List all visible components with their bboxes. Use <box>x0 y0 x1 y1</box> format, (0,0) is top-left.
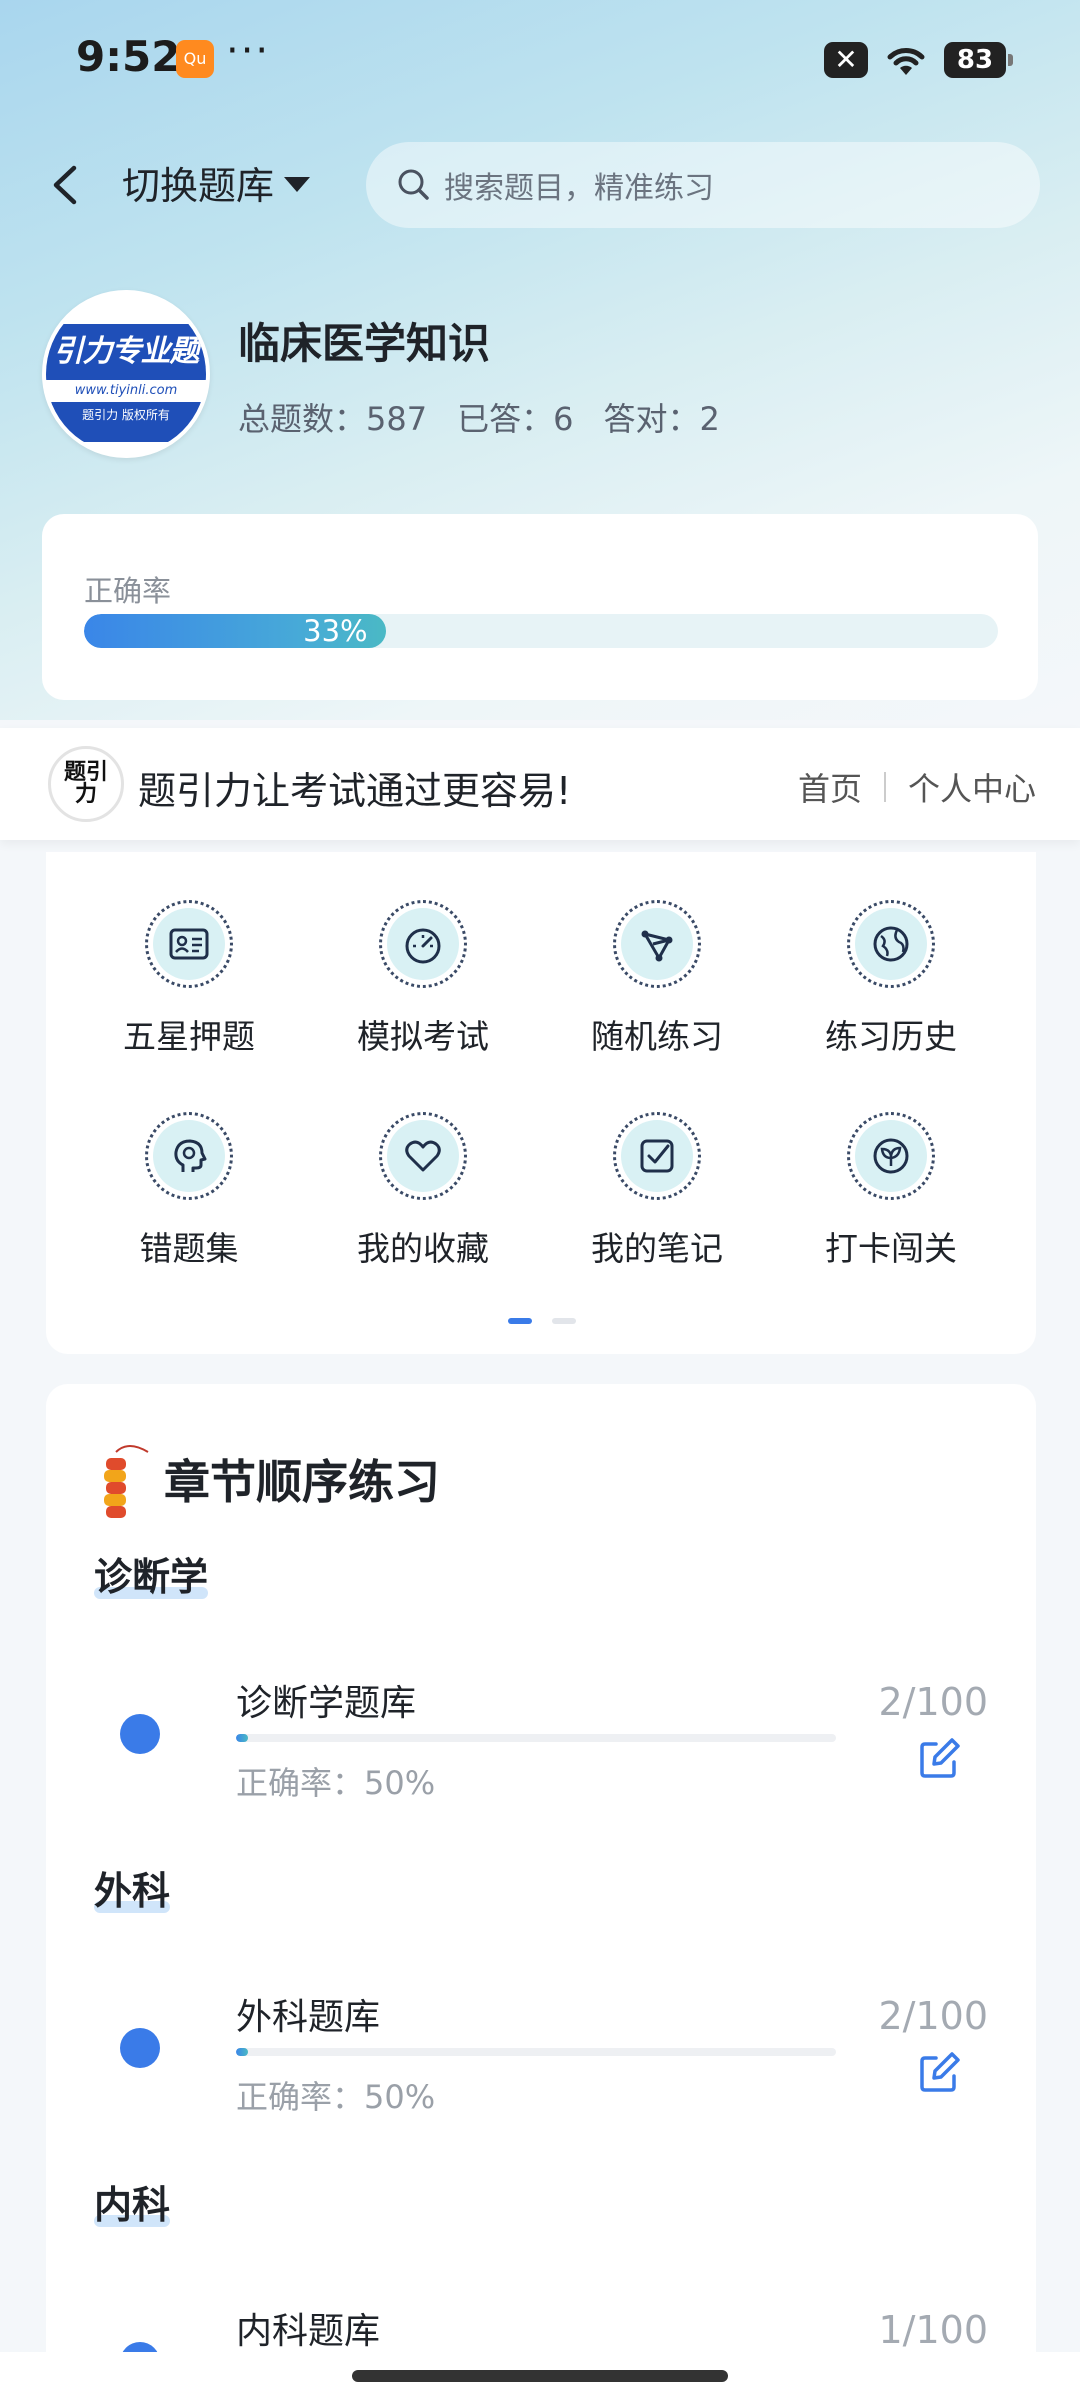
item-status-dot <box>120 2028 160 2068</box>
edit-button[interactable] <box>916 2050 962 2096</box>
back-button[interactable] <box>40 150 90 220</box>
item-name: 内科题库 <box>236 2311 381 2352</box>
feature-label: 错题集 <box>139 1229 239 1268</box>
search-placeholder: 搜索题目，精准练习 <box>444 171 714 206</box>
feature-mock-exam[interactable]: 模拟考试 <box>323 900 523 1058</box>
section-title: 外科 <box>94 1860 171 1915</box>
feature-five-star[interactable]: 五星押题 <box>89 900 289 1058</box>
status-indicators: ✕ 83 <box>824 38 1013 82</box>
gauge-icon <box>405 928 441 964</box>
bank-stats: 总题数：587 已答：6 答对：2 <box>238 394 720 440</box>
head-icon <box>174 1139 207 1172</box>
sprout-icon <box>873 1138 909 1174</box>
feature-favorites[interactable]: 我的收藏 <box>323 1112 523 1270</box>
item-name: 诊断学题库 <box>236 1683 417 1724</box>
globe-icon <box>873 926 909 962</box>
banner-links: 首页 个人中心 <box>798 764 1036 810</box>
edit-icon <box>920 2052 960 2092</box>
accuracy-percent: 33% <box>303 614 368 648</box>
promo-banner: 题引力 题引力让考试通过更容易! 首页 个人中心 <box>0 728 1080 840</box>
feature-label: 五星押题 <box>123 1017 255 1056</box>
avatar-copyright: 题引力 版权所有 <box>46 402 206 442</box>
chapter-title: 章节顺序练习 <box>164 1455 440 1509</box>
brand-logo: 题引力 <box>48 746 124 822</box>
network-icon <box>641 930 673 962</box>
id-card-icon <box>169 928 209 960</box>
more-notifications-icon: ··· <box>226 28 271 74</box>
page-dot[interactable] <box>552 1318 576 1324</box>
feature-label: 我的笔记 <box>591 1229 723 1268</box>
battery-icon: 83 <box>944 42 1013 78</box>
feature-grid: 五星押题 模拟考试 随机练习 练习历史 错题集 我的收藏 我的笔记 打卡闯关 <box>46 852 1036 1354</box>
edit-icon <box>920 1738 960 1778</box>
item-count: 2/100 <box>878 1994 988 2038</box>
feature-random-practice[interactable]: 随机练习 <box>557 900 757 1058</box>
bank-avatar: 引力专业题 www.tiyinli.com 题引力 版权所有 <box>42 290 210 458</box>
chevron-left-icon <box>53 165 77 205</box>
accuracy-progress-fill: 33% <box>84 614 386 648</box>
section-title: 内科 <box>94 2174 171 2229</box>
chapter-header: 章节顺序练习 <box>94 1434 440 1524</box>
profile-center-link[interactable]: 个人中心 <box>908 764 1036 810</box>
switch-bank-label: 切换题库 <box>122 164 275 208</box>
item-accuracy: 正确率：50% <box>236 1764 436 1802</box>
item-name: 外科题库 <box>236 1997 381 2038</box>
feature-label: 模拟考试 <box>357 1017 489 1056</box>
correct-count: 答对：2 <box>603 400 720 438</box>
banner-slogan: 题引力让考试通过更容易! <box>138 769 572 813</box>
item-accuracy: 正确率：50% <box>236 2078 436 2116</box>
total-questions: 总题数：587 <box>238 400 428 438</box>
chapter-practice-card: 章节顺序练习 诊断学 诊断学题库 正确率：50% 2/100 外科 外科题库 正… <box>46 1384 1036 2400</box>
avatar-url: www.tiyinli.com <box>46 380 206 402</box>
feature-label: 练习历史 <box>825 1017 957 1056</box>
status-time: 9:52 <box>76 32 181 81</box>
accuracy-label: 正确率 <box>84 574 172 608</box>
wifi-icon <box>887 48 925 75</box>
checked-note-icon <box>640 1139 674 1173</box>
caret-down-icon <box>284 177 311 192</box>
feature-label: 随机练习 <box>591 1017 723 1056</box>
feature-notes[interactable]: 我的笔记 <box>557 1112 757 1270</box>
section-title: 诊断学 <box>94 1546 209 1601</box>
edit-button[interactable] <box>916 1736 962 1782</box>
feature-wrong-questions[interactable]: 错题集 <box>89 1112 289 1270</box>
item-progress-fill <box>236 2048 248 2056</box>
item-status-dot <box>120 1714 160 1754</box>
home-indicator[interactable] <box>352 2370 728 2382</box>
app-notification-icon: Qu <box>176 40 214 78</box>
item-progress-bar <box>236 1734 836 1742</box>
bank-title: 临床医学知识 <box>238 319 491 368</box>
feature-label: 打卡闯关 <box>825 1229 957 1268</box>
page-indicator <box>508 1318 576 1324</box>
item-count: 2/100 <box>878 1680 988 1724</box>
no-sim-icon: ✕ <box>824 42 868 78</box>
heart-icon <box>405 1140 441 1172</box>
home-link[interactable]: 首页 <box>798 764 862 810</box>
answered-count: 已答：6 <box>457 400 574 438</box>
search-input[interactable]: 搜索题目，精准练习 <box>366 142 1040 228</box>
accuracy-progress-bar: 33% <box>84 614 998 648</box>
switch-bank-dropdown[interactable]: 切换题库 <box>122 155 311 210</box>
firecracker-icon <box>104 1445 149 1518</box>
item-progress-bar <box>236 2048 836 2056</box>
status-bar: 9:52 Qu ··· ✕ 83 <box>0 0 1080 120</box>
brand-logo-text: 题引力 <box>63 760 108 807</box>
avatar-brand-text: 引力专业题 <box>46 324 206 380</box>
feature-label: 我的收藏 <box>357 1229 489 1268</box>
feature-check-in[interactable]: 打卡闯关 <box>791 1112 991 1270</box>
page-dot-active[interactable] <box>508 1318 532 1324</box>
link-divider <box>883 772 886 802</box>
accuracy-card: 正确率 33% <box>42 514 1038 700</box>
item-count: 1/100 <box>878 2308 988 2352</box>
item-progress-fill <box>236 1734 248 1742</box>
feature-practice-history[interactable]: 练习历史 <box>791 900 991 1058</box>
search-icon <box>398 169 429 200</box>
